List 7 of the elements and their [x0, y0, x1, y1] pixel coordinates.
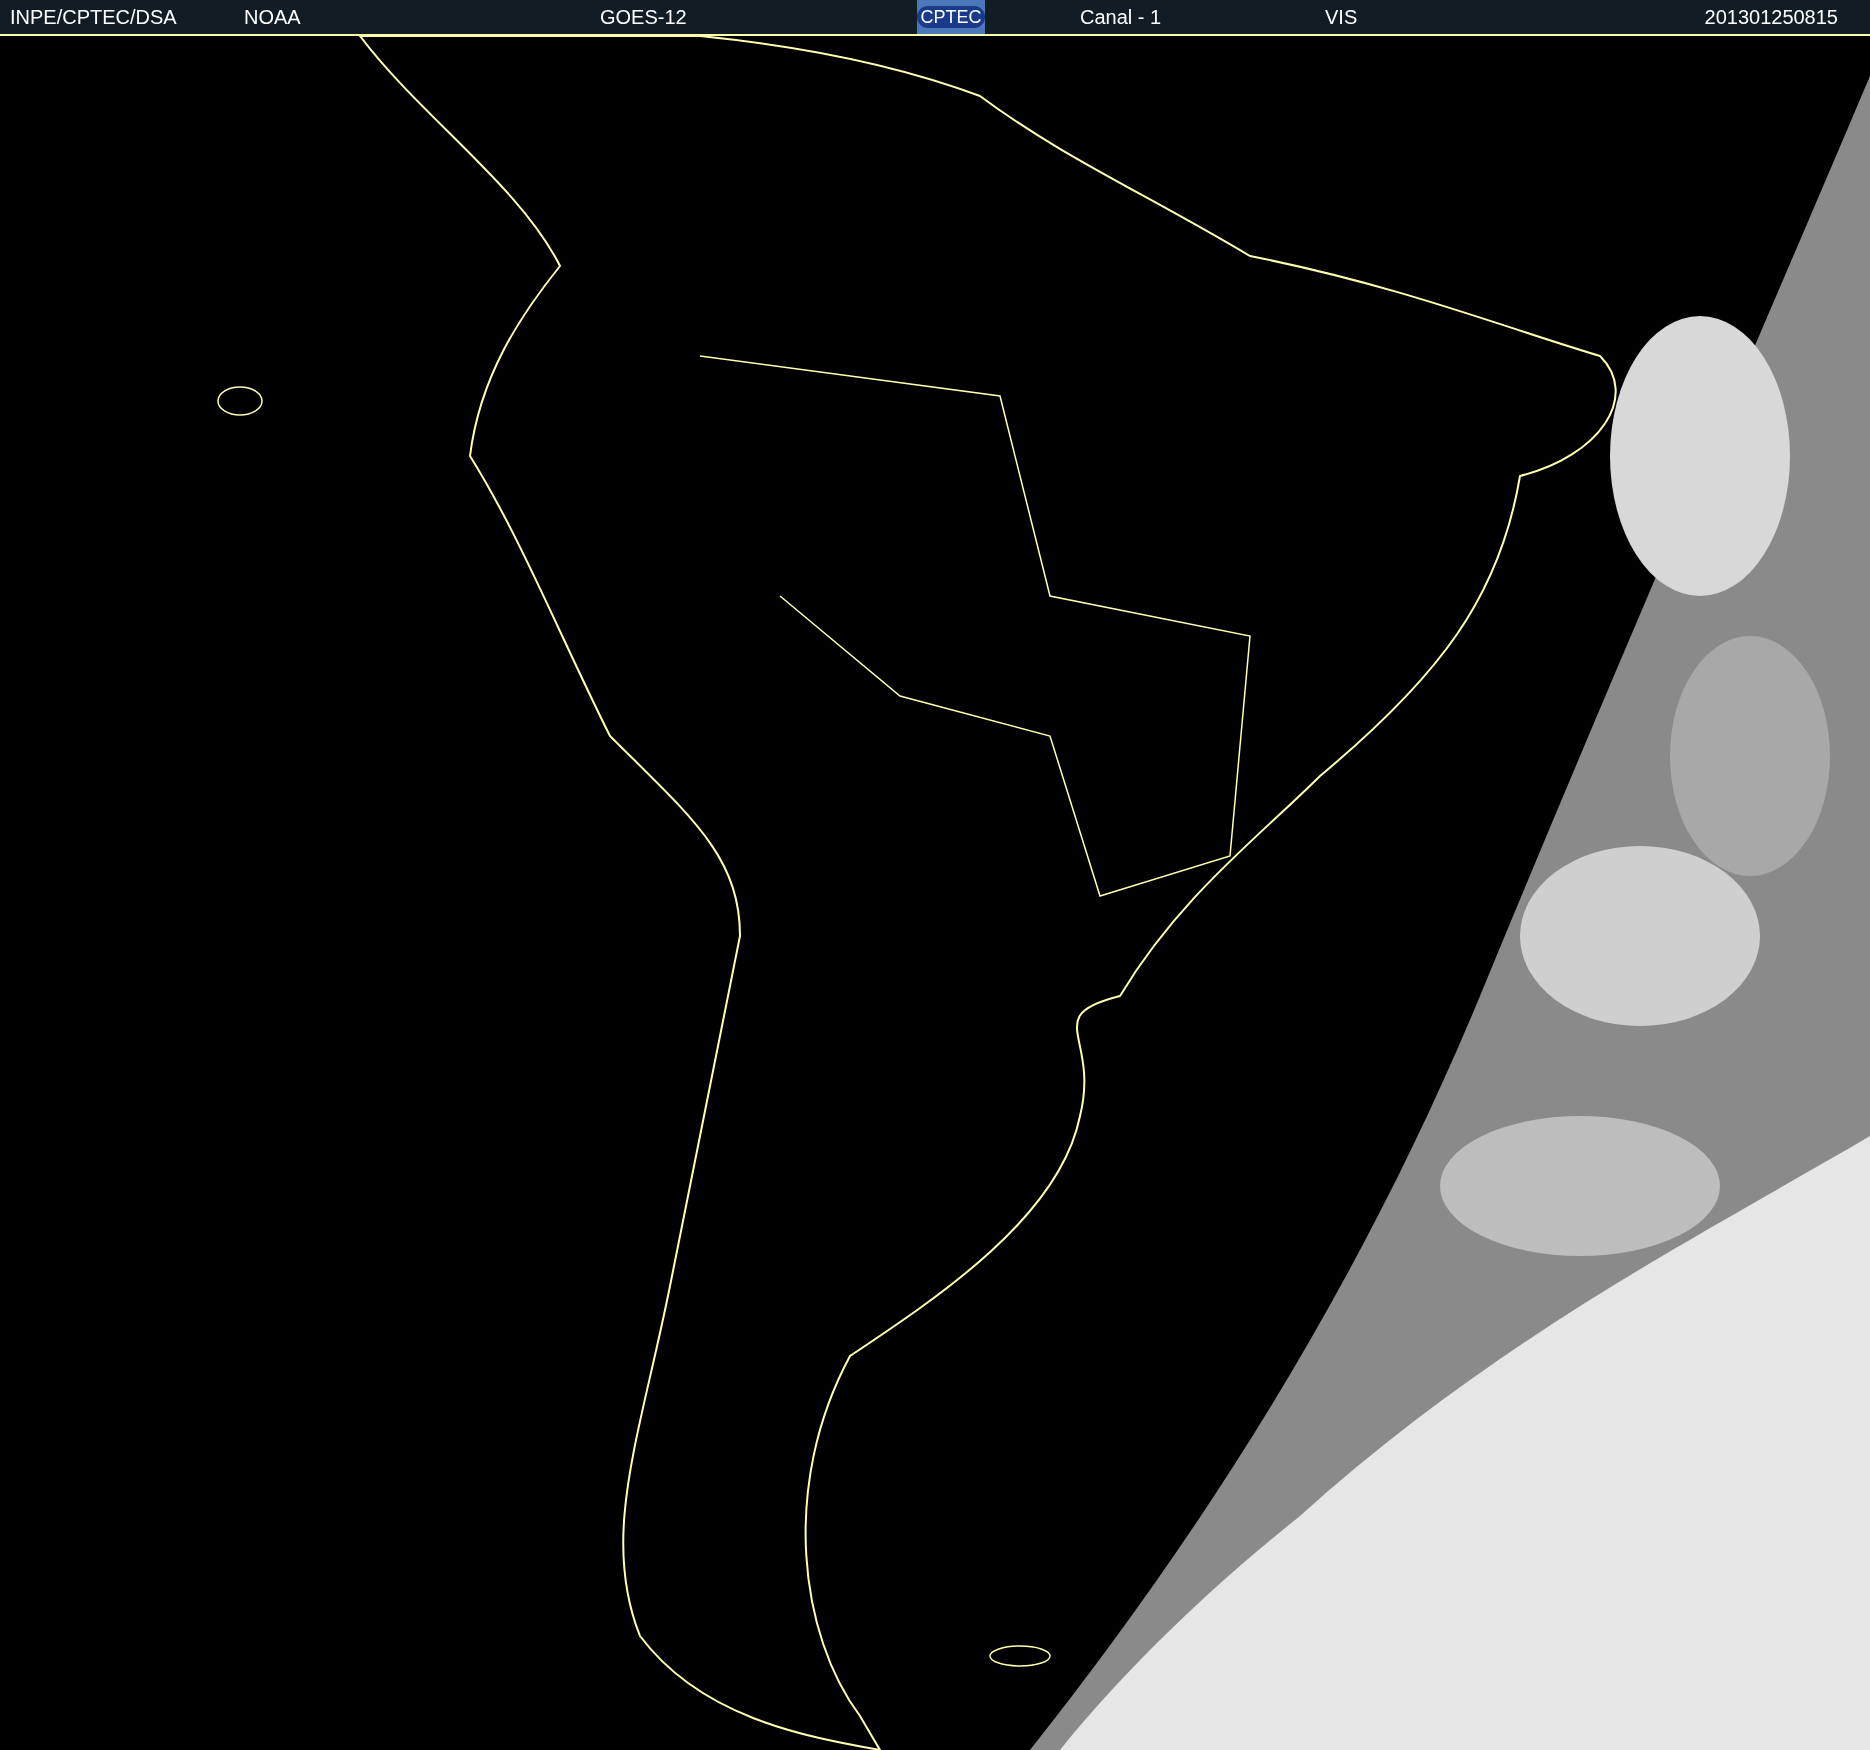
satellite-label: GOES-12: [600, 5, 688, 30]
band-label: VIS: [1325, 5, 1359, 30]
logo-text: CPTEC: [917, 6, 985, 28]
channel-label: Canal - 1: [1080, 5, 1163, 30]
timestamp-label: 201301250815: [1704, 5, 1838, 30]
agency-label: NOAA: [244, 5, 302, 30]
source-label: INPE/CPTEC/DSA: [10, 5, 178, 30]
